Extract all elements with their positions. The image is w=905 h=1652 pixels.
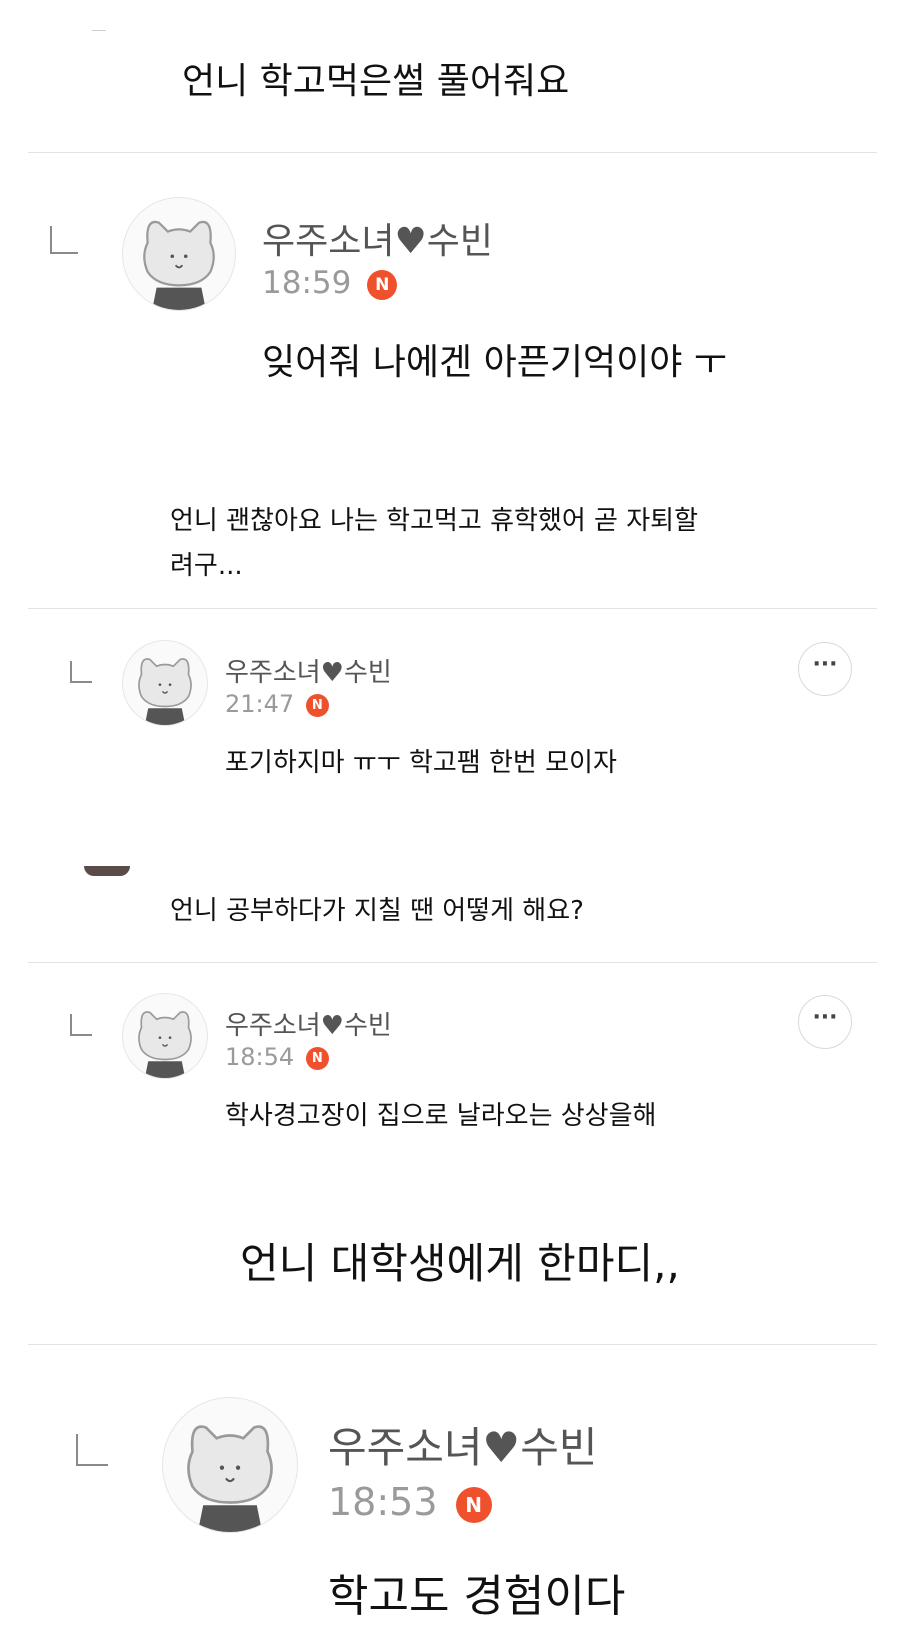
reply-arrow-icon <box>50 226 78 254</box>
reply-text: 포기하지마 ㅠㅜ 학고팸 한번 모이자 <box>225 748 617 778</box>
new-badge-icon: N <box>305 1046 329 1070</box>
top-edge-mark <box>92 30 106 31</box>
reply-text: 잊어줘 나에겐 아픈기억이야 ㅜ <box>262 342 727 383</box>
comment-2-question-line2: 려구... <box>170 551 243 581</box>
reply-text: 학고도 경험이다 <box>328 1571 626 1622</box>
cat-avatar-icon <box>138 1011 192 1078</box>
more-options-button[interactable]: ··· <box>798 995 852 1049</box>
reply-arrow-icon <box>70 661 92 683</box>
comment-4-question: 언니 대학생에게 한마디,, <box>240 1239 680 1288</box>
divider-2 <box>28 608 877 609</box>
avatar[interactable] <box>122 640 208 726</box>
more-options-button[interactable]: ··· <box>798 642 852 696</box>
reply-author-name[interactable]: 우주소녀♥수빈 <box>328 1414 598 1475</box>
new-badge-icon: N <box>305 693 329 717</box>
reply-timestamp: 18:59 N <box>262 265 398 301</box>
new-badge-icon: N <box>367 269 398 300</box>
reply-timestamp: 21:47 N <box>225 690 329 718</box>
partial-avatar <box>84 866 130 876</box>
reply-arrow-icon <box>76 1434 108 1466</box>
reply-text: 학사경고장이 집으로 날라오는 상상을해 <box>225 1101 657 1131</box>
cat-avatar-icon <box>138 658 192 725</box>
divider-1 <box>28 152 877 153</box>
reply-timestamp: 18:54 N <box>225 1043 329 1071</box>
comment-3-question: 언니 공부하다가 지칠 땐 어떻게 해요? <box>170 896 584 926</box>
divider-3 <box>28 962 877 963</box>
comment-1-question: 언니 학고먹은썰 풀어줘요 <box>182 61 570 102</box>
avatar[interactable] <box>162 1397 298 1533</box>
reply-arrow-icon <box>70 1014 92 1036</box>
cat-avatar-icon <box>187 1425 273 1532</box>
avatar[interactable] <box>122 197 236 311</box>
reply-author-name[interactable]: 우주소녀♥수빈 <box>225 1005 392 1042</box>
reply-author-name[interactable]: 우주소녀♥수빈 <box>262 212 493 264</box>
comment-2-question-line1: 언니 괜찮아요 나는 학고먹고 휴학했어 곧 자퇴할 <box>170 506 698 536</box>
reply-author-name[interactable]: 우주소녀♥수빈 <box>225 652 392 689</box>
cat-avatar-icon <box>143 220 215 310</box>
divider-4 <box>28 1344 877 1345</box>
new-badge-icon: N <box>455 1486 492 1523</box>
more-dots-icon: ··· <box>812 1005 838 1030</box>
more-dots-icon: ··· <box>812 652 838 677</box>
reply-timestamp: 18:53 N <box>328 1480 492 1524</box>
avatar[interactable] <box>122 993 208 1079</box>
